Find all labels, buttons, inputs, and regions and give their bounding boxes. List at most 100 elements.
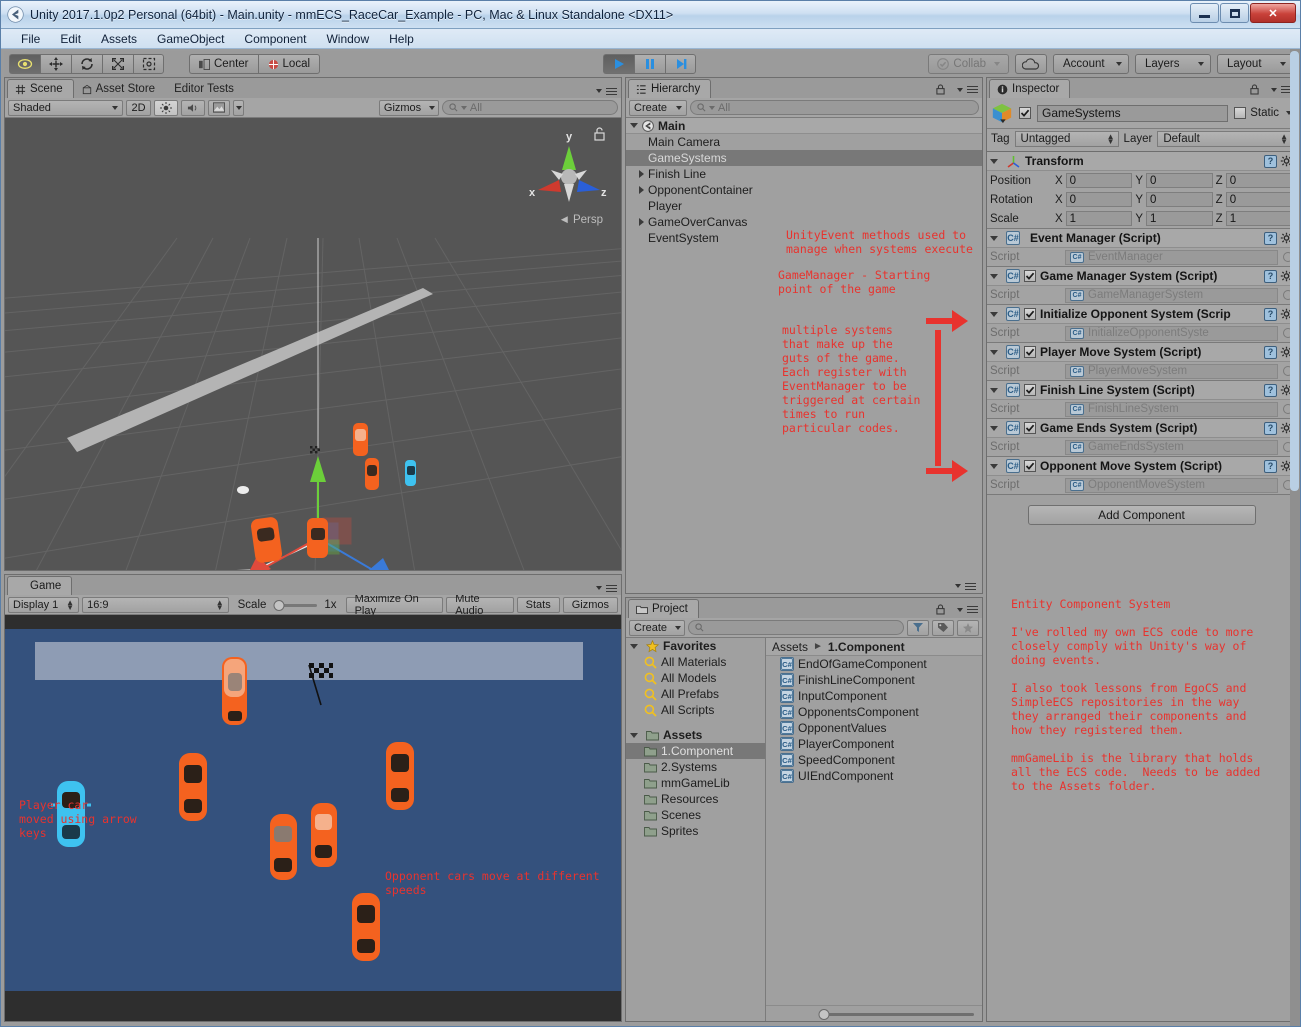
- audio-toggle[interactable]: [181, 99, 205, 116]
- account-dropdown[interactable]: Account: [1053, 54, 1129, 74]
- inspector-scrollbar[interactable]: [1290, 49, 1300, 1026]
- menu-item-help[interactable]: Help: [379, 31, 424, 47]
- close-button[interactable]: ✕: [1250, 3, 1296, 23]
- inspector-body[interactable]: GameSystems Static Tag Untagged ▲ ▼ Laye…: [987, 98, 1296, 1021]
- menu-item-edit[interactable]: Edit: [50, 31, 91, 47]
- game-panel-menu[interactable]: [588, 584, 617, 592]
- lock-icon[interactable]: [936, 84, 945, 95]
- project-file-opponentvalues[interactable]: C# OpponentValues: [766, 720, 982, 736]
- game-ends-system-script-field[interactable]: C# GameEndsSystem: [1065, 439, 1278, 455]
- hierarchy-create-dropdown[interactable]: Create: [629, 99, 687, 116]
- project-folder-scenes[interactable]: Scenes: [626, 807, 765, 823]
- menu-item-file[interactable]: File: [11, 31, 50, 47]
- project-folder-mmgamelib[interactable]: mmGameLib: [626, 775, 765, 791]
- rotation-z-field[interactable]: 0: [1225, 192, 1293, 207]
- help-icon[interactable]: ?: [1264, 459, 1277, 473]
- menu-item-gameobject[interactable]: GameObject: [147, 31, 234, 47]
- chevron-right-icon[interactable]: [639, 186, 644, 194]
- tab-project[interactable]: Project: [628, 599, 699, 618]
- project-folder-2-systems[interactable]: 2.Systems: [626, 759, 765, 775]
- gameobject-enabled-checkbox[interactable]: [1019, 107, 1031, 119]
- help-icon[interactable]: ?: [1264, 154, 1277, 168]
- scale-z-field[interactable]: 1: [1225, 211, 1293, 226]
- project-favorite-all-materials[interactable]: All Materials: [626, 654, 765, 670]
- chevron-right-icon[interactable]: [639, 170, 644, 178]
- hand-tool-button[interactable]: [9, 54, 40, 74]
- help-icon[interactable]: ?: [1264, 231, 1277, 245]
- player-move-system-checkbox[interactable]: [1024, 346, 1036, 358]
- maximize-button[interactable]: [1220, 3, 1249, 23]
- zoom-slider-track[interactable]: [776, 1008, 976, 1020]
- scene-projection-label[interactable]: ◄ Persp: [559, 214, 603, 226]
- aspect-dropdown[interactable]: 16:9 ▲ ▼: [82, 596, 229, 613]
- position-x-field[interactable]: 0: [1065, 173, 1133, 188]
- breadcrumb-root[interactable]: Assets: [772, 640, 808, 654]
- play-button[interactable]: [603, 54, 634, 74]
- pivot-mode-button[interactable]: Center: [189, 54, 258, 74]
- hierarchy-item-opponentcontainer[interactable]: OpponentContainer: [626, 182, 982, 198]
- event-manager-header[interactable]: C# Event Manager (Script) ?: [987, 229, 1296, 248]
- add-component-button[interactable]: Add Component: [1027, 505, 1256, 525]
- tab-asset-store[interactable]: Asset Store: [74, 79, 166, 98]
- chevron-down-icon[interactable]: [990, 235, 998, 241]
- project-folder-1-component[interactable]: 1.Component: [626, 743, 765, 759]
- chevron-down-icon[interactable]: [990, 273, 998, 279]
- event-manager-script-field[interactable]: C# EventManager: [1065, 249, 1278, 265]
- chevron-down-icon[interactable]: [990, 387, 998, 393]
- finish-line-system-script-field[interactable]: C# FinishLineSystem: [1065, 401, 1278, 417]
- hierarchy-panel-menu[interactable]: [936, 84, 978, 95]
- opponent-move-system-checkbox[interactable]: [1024, 460, 1036, 472]
- scale-y-field[interactable]: 1: [1146, 211, 1213, 226]
- lock-icon[interactable]: [936, 604, 945, 615]
- scale-tool-button[interactable]: [102, 54, 133, 74]
- pause-button[interactable]: [634, 54, 665, 74]
- game-manager-system-header[interactable]: C# Game Manager System (Script) ?: [987, 267, 1296, 286]
- help-icon[interactable]: ?: [1264, 307, 1277, 321]
- project-file-inputcomponent[interactable]: C# InputComponent: [766, 688, 982, 704]
- menu-item-window[interactable]: Window: [316, 31, 379, 47]
- help-icon[interactable]: ?: [1264, 269, 1277, 283]
- project-file-speedcomponent[interactable]: C# SpeedComponent: [766, 752, 982, 768]
- game-render-area[interactable]: GameOver, Opps_1 wins :-) Player car mov…: [5, 615, 621, 1021]
- transform-header[interactable]: Transform ?: [987, 152, 1296, 171]
- project-assets-root[interactable]: Assets: [626, 727, 765, 743]
- scale-slider[interactable]: [271, 599, 319, 611]
- stats-toggle[interactable]: Stats: [516, 596, 560, 613]
- project-search-input[interactable]: [688, 620, 904, 635]
- tag-dropdown[interactable]: Untagged ▲ ▼: [1014, 131, 1119, 147]
- project-favorite-all-models[interactable]: All Models: [626, 670, 765, 686]
- opponent-move-system-script-field[interactable]: C# OpponentMoveSystem: [1065, 477, 1278, 493]
- tab-editor-tests[interactable]: Editor Tests: [166, 79, 245, 98]
- display-dropdown[interactable]: Display 1 ▲ ▼: [8, 596, 80, 613]
- layers-dropdown[interactable]: Layers: [1135, 54, 1211, 74]
- project-content-pane[interactable]: Assets ► 1.Component C# EndOfGameCompone…: [766, 638, 982, 1021]
- hierarchy-item-gamesystems[interactable]: GameSystems: [626, 150, 982, 166]
- layer-dropdown[interactable]: Default ▲ ▼: [1157, 131, 1292, 147]
- chevron-down-icon[interactable]: [630, 643, 638, 649]
- project-file-endofgamecomponent[interactable]: C# EndOfGameComponent: [766, 656, 982, 672]
- finish-line-system-checkbox[interactable]: [1024, 384, 1036, 396]
- draw-mode-dropdown[interactable]: Shaded: [8, 99, 123, 116]
- scene-gizmos-dropdown[interactable]: Gizmos: [378, 99, 439, 116]
- game-manager-system-checkbox[interactable]: [1024, 270, 1036, 282]
- hierarchy-item-finish-line[interactable]: Finish Line: [626, 166, 982, 182]
- scene-search-input[interactable]: All: [441, 100, 619, 115]
- game-ends-system-header[interactable]: C# Game Ends System (Script) ?: [987, 419, 1296, 438]
- hierarchy-tree[interactable]: Main Main Camera GameSystems Finish Line…: [626, 118, 982, 593]
- finish-line-system-header[interactable]: C# Finish Line System (Script) ?: [987, 381, 1296, 400]
- mute-audio-toggle[interactable]: Mute Audio: [446, 593, 514, 617]
- minimize-button[interactable]: [1190, 3, 1219, 23]
- player-move-system-header[interactable]: C# Player Move System (Script) ?: [987, 343, 1296, 362]
- hierarchy-scene-row[interactable]: Main: [626, 118, 982, 590]
- chevron-down-icon[interactable]: [990, 158, 998, 164]
- chevron-right-icon[interactable]: [639, 218, 644, 226]
- project-tree[interactable]: Favorites All Materials All Models All P…: [626, 638, 766, 1021]
- maximize-on-play-toggle[interactable]: Maximize On Play: [345, 593, 444, 617]
- player-move-system-script-field[interactable]: C# PlayerMoveSystem: [1065, 363, 1278, 379]
- game-manager-system-script-field[interactable]: C# GameManagerSystem: [1065, 287, 1278, 303]
- chevron-down-icon[interactable]: [990, 425, 998, 431]
- scene-panel-menu[interactable]: [588, 87, 617, 95]
- help-icon[interactable]: ?: [1264, 421, 1277, 435]
- tab-scene[interactable]: Scene: [7, 79, 74, 98]
- rect-tool-button[interactable]: [133, 54, 164, 74]
